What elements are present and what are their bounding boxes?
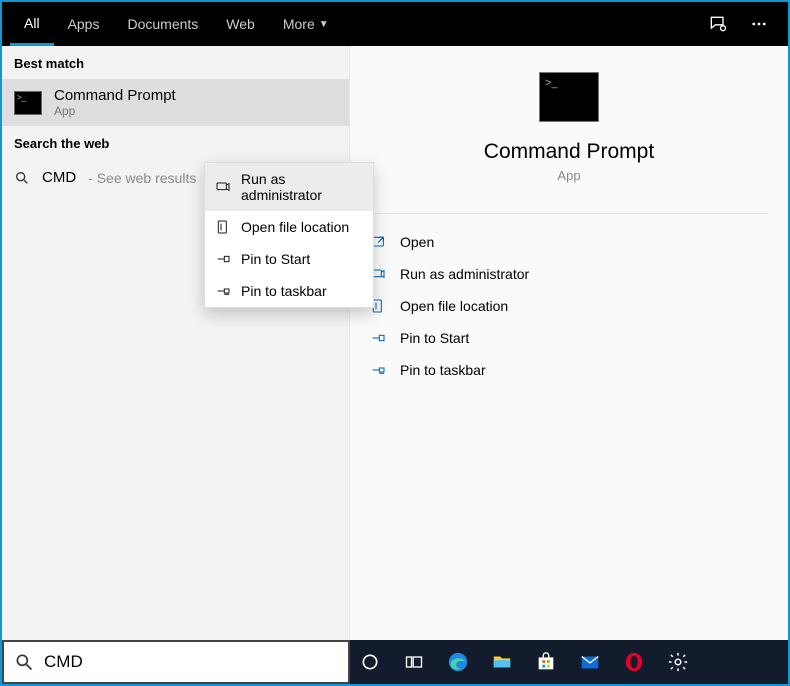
tab-more-label: More xyxy=(283,16,315,32)
ctx-open-file-location[interactable]: Open file location xyxy=(205,211,373,243)
preview-title: Command Prompt xyxy=(484,140,654,164)
pin-start-icon xyxy=(370,330,386,346)
pin-start-icon xyxy=(215,251,231,267)
result-text: Command Prompt App xyxy=(54,87,176,118)
best-match-label: Best match xyxy=(2,46,349,79)
feedback-icon[interactable] xyxy=(708,14,728,34)
action-open-label: Open xyxy=(400,234,434,250)
action-pin-to-start[interactable]: Pin to Start xyxy=(360,322,778,354)
file-explorer-icon[interactable] xyxy=(490,650,514,674)
preview-header: Command Prompt App xyxy=(350,46,788,201)
search-icon xyxy=(14,170,30,186)
result-type: App xyxy=(54,104,176,118)
preview-subtitle: App xyxy=(557,168,580,183)
context-menu: Run as administrator Open file location … xyxy=(204,162,374,308)
shield-icon xyxy=(215,179,231,195)
search-web-label: Search the web xyxy=(2,126,349,159)
action-open-file-location[interactable]: Open file location xyxy=(360,290,778,322)
chevron-down-icon: ▼ xyxy=(319,19,329,30)
action-list: Open Run as administrator Open file loca… xyxy=(350,220,788,392)
pin-taskbar-icon xyxy=(215,283,231,299)
search-box[interactable] xyxy=(2,640,350,684)
main-area: Best match Command Prompt App Search the… xyxy=(2,46,788,640)
result-name: Command Prompt xyxy=(54,87,176,104)
taskbar xyxy=(350,640,788,684)
settings-icon[interactable] xyxy=(666,650,690,674)
ctx-pin-to-start-label: Pin to Start xyxy=(241,251,310,267)
action-pin-to-start-label: Pin to Start xyxy=(400,330,469,346)
command-prompt-icon xyxy=(539,72,599,122)
search-input[interactable] xyxy=(44,652,338,672)
result-command-prompt[interactable]: Command Prompt App xyxy=(2,79,349,126)
tab-web[interactable]: Web xyxy=(212,2,269,46)
more-options-icon[interactable] xyxy=(750,15,768,33)
web-query: CMD xyxy=(42,169,76,186)
tab-apps[interactable]: Apps xyxy=(54,2,114,46)
ctx-pin-to-taskbar-label: Pin to taskbar xyxy=(241,283,327,299)
ctx-open-file-location-label: Open file location xyxy=(241,219,349,235)
ctx-pin-to-start[interactable]: Pin to Start xyxy=(205,243,373,275)
microsoft-store-icon[interactable] xyxy=(534,650,558,674)
mail-icon[interactable] xyxy=(578,650,602,674)
edge-icon[interactable] xyxy=(446,650,470,674)
command-prompt-icon xyxy=(14,91,42,115)
search-window: All Apps Documents Web More ▼ Best match… xyxy=(0,0,790,686)
cortana-icon[interactable] xyxy=(358,650,382,674)
action-run-as-admin[interactable]: Run as administrator xyxy=(360,258,778,290)
folder-icon xyxy=(215,219,231,235)
ctx-run-as-admin-label: Run as administrator xyxy=(241,171,363,203)
ctx-run-as-admin[interactable]: Run as administrator xyxy=(205,163,373,211)
action-open[interactable]: Open xyxy=(360,226,778,258)
search-icon xyxy=(14,652,34,672)
ctx-pin-to-taskbar[interactable]: Pin to taskbar xyxy=(205,275,373,307)
preview-pane: Command Prompt App Open Run as administr… xyxy=(350,46,788,640)
results-pane: Best match Command Prompt App Search the… xyxy=(2,46,350,640)
filter-tabs: All Apps Documents Web More ▼ xyxy=(2,2,788,46)
pin-taskbar-icon xyxy=(370,362,386,378)
tab-all[interactable]: All xyxy=(10,2,54,46)
action-pin-to-taskbar-label: Pin to taskbar xyxy=(400,362,486,378)
action-run-as-admin-label: Run as administrator xyxy=(400,266,529,282)
bottom-bar xyxy=(2,640,788,684)
opera-icon[interactable] xyxy=(622,650,646,674)
web-hint: - See web results xyxy=(88,170,196,186)
tab-documents[interactable]: Documents xyxy=(113,2,212,46)
divider xyxy=(370,213,768,214)
action-pin-to-taskbar[interactable]: Pin to taskbar xyxy=(360,354,778,386)
action-open-file-location-label: Open file location xyxy=(400,298,508,314)
tab-more[interactable]: More ▼ xyxy=(269,2,343,46)
task-view-icon[interactable] xyxy=(402,650,426,674)
